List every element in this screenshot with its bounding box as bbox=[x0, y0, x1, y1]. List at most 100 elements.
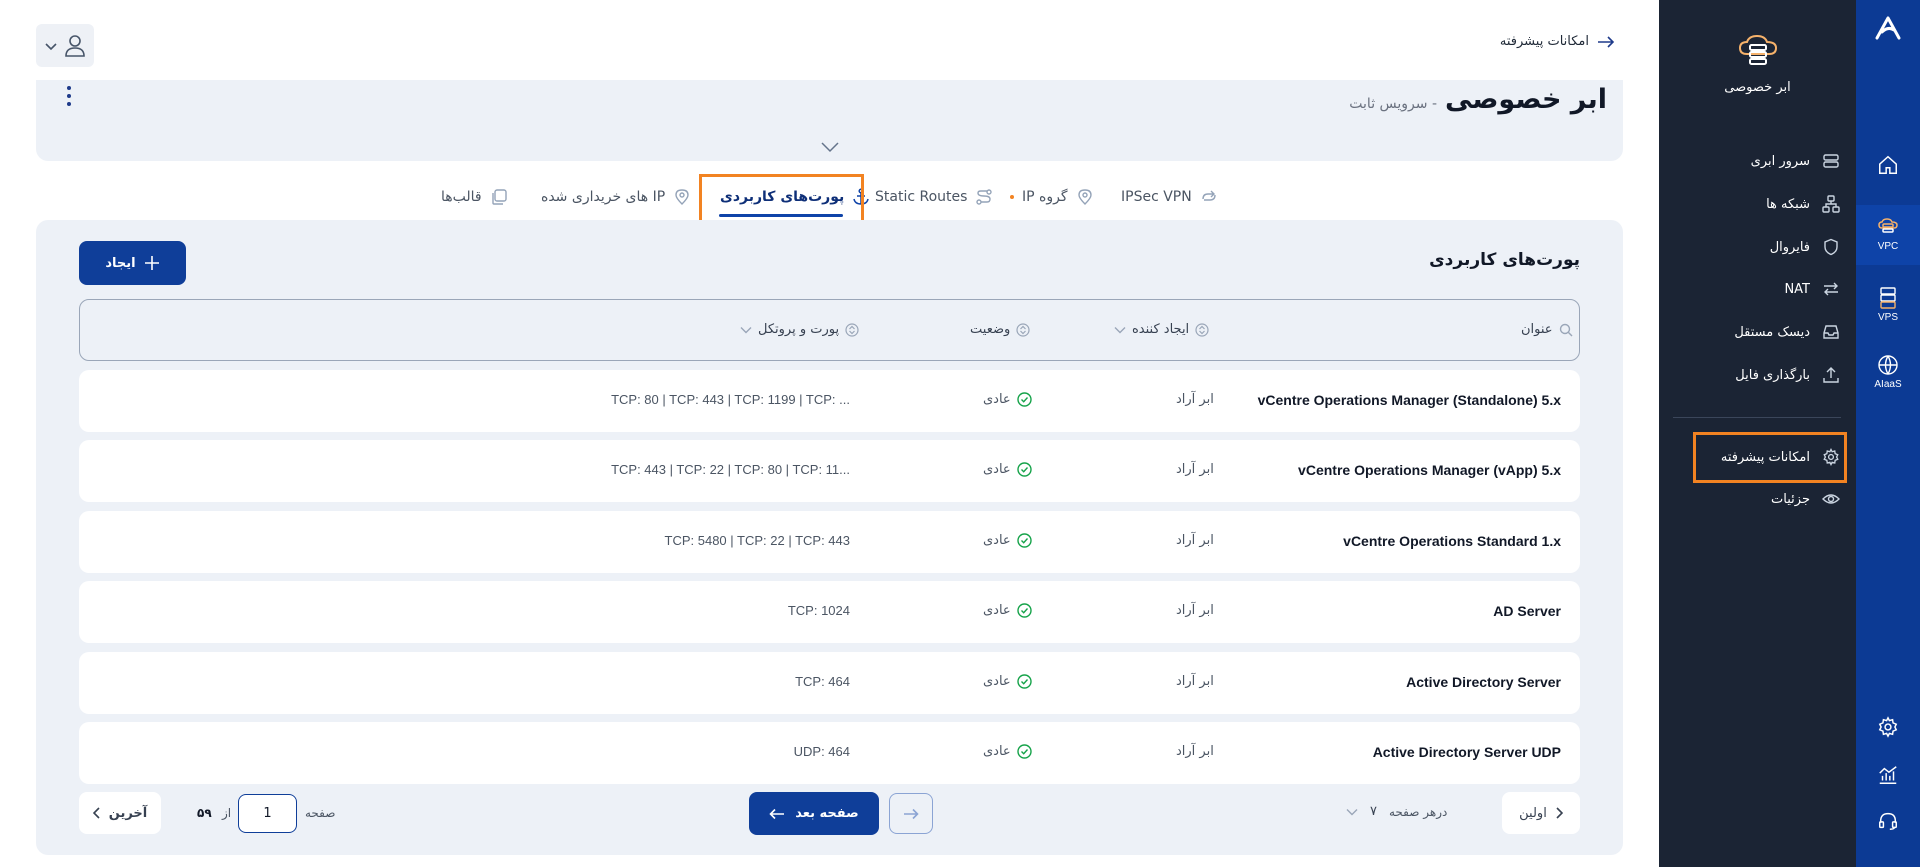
shield-icon bbox=[1822, 238, 1840, 256]
breadcrumb[interactable]: امکانات پیشرفته bbox=[1500, 34, 1615, 49]
rail-item-settings[interactable] bbox=[1856, 712, 1920, 742]
sidebar-item-firewall[interactable]: فایروال bbox=[1770, 233, 1840, 261]
sidebar-item-cloud-server[interactable]: سرور ابری bbox=[1751, 147, 1840, 175]
sidebar-item-networks[interactable]: شبکه ها bbox=[1766, 190, 1840, 218]
column-header-creator[interactable]: ایجاد کننده bbox=[1114, 322, 1209, 337]
server-icon bbox=[1879, 287, 1897, 309]
row-status: عادی bbox=[983, 533, 1032, 548]
chevron-down-icon[interactable] bbox=[820, 141, 840, 153]
chevron-down-icon[interactable] bbox=[1114, 326, 1126, 334]
sort-icon[interactable] bbox=[845, 322, 859, 337]
sidebar-item-label: بارگذاری فایل bbox=[1735, 367, 1810, 383]
eye-icon bbox=[1822, 490, 1840, 508]
location-pin-icon bbox=[673, 188, 691, 206]
table-row[interactable]: vCentre Operations Manager (Standalone) … bbox=[79, 370, 1580, 432]
cloud-server-icon bbox=[1737, 34, 1781, 66]
breadcrumb-label: امکانات پیشرفته bbox=[1499, 34, 1589, 49]
chevron-down-icon[interactable] bbox=[740, 326, 752, 334]
page-size-select[interactable]: درهر صفحه ۷ bbox=[1346, 804, 1447, 819]
tab-ip-group[interactable]: گروه IP bbox=[1010, 185, 1094, 209]
arrow-right-icon bbox=[1597, 35, 1615, 49]
rail-item-vpc[interactable]: VPC bbox=[1856, 205, 1920, 265]
check-circle-icon bbox=[1016, 392, 1032, 407]
table-row[interactable]: Active Directory Server ابر آراد عادی TC… bbox=[79, 652, 1580, 714]
check-circle-icon bbox=[1016, 744, 1032, 759]
row-ports: TCP: 1024 bbox=[787, 603, 850, 618]
sort-icon[interactable] bbox=[1195, 322, 1209, 337]
per-page-label: درهر صفحه bbox=[1388, 804, 1448, 819]
table-row[interactable]: vCentre Operations Standard 1.x ابر آراد… bbox=[79, 511, 1580, 573]
sidebar-item-disk[interactable]: دیسک مستقل bbox=[1734, 318, 1840, 346]
chevron-left-icon bbox=[92, 807, 101, 819]
headset-icon bbox=[1877, 810, 1899, 832]
row-ports: TCP: 443 | TCP: 22 | TCP: 80 | TCP: 11..… bbox=[611, 462, 850, 477]
tab-label: گروه IP bbox=[1022, 189, 1068, 205]
rail-item-label: VPS bbox=[1877, 312, 1898, 323]
table-row[interactable]: vCentre Operations Manager (vApp) 5.x اب… bbox=[79, 440, 1580, 502]
row-creator: ابر آراد bbox=[1176, 392, 1214, 407]
column-header-label: ایجاد کننده bbox=[1132, 322, 1190, 337]
table-row[interactable]: AD Server ابر آراد عادی TCP: 1024 bbox=[79, 581, 1580, 643]
app-logo-icon[interactable] bbox=[1875, 16, 1901, 40]
route-icon bbox=[975, 188, 993, 206]
row-ports: TCP: 464 bbox=[795, 674, 850, 689]
per-page-value: ۷ bbox=[1370, 804, 1377, 819]
chevron-down-icon bbox=[44, 41, 58, 51]
home-icon bbox=[1877, 154, 1899, 176]
sidebar-brand: ابر خصوصی bbox=[1724, 80, 1791, 95]
sort-icon[interactable] bbox=[1016, 322, 1030, 337]
rail-item-aiaas[interactable]: AIaaS bbox=[1856, 342, 1920, 402]
column-header-status[interactable]: وضعیت bbox=[970, 322, 1030, 337]
tab-purchased-ips[interactable]: IP های خریداری شده bbox=[541, 185, 691, 209]
next-page-button[interactable]: صفحه بعد bbox=[749, 792, 879, 835]
table-row[interactable]: Active Directory Server UDP ابر آراد عاد… bbox=[79, 722, 1580, 784]
user-menu-button[interactable] bbox=[36, 24, 94, 67]
create-button-label: ایجاد bbox=[105, 255, 136, 271]
row-creator: ابر آراد bbox=[1176, 744, 1214, 759]
row-title: Active Directory Server bbox=[1406, 674, 1561, 690]
rail-item-home[interactable] bbox=[1856, 140, 1920, 190]
create-button[interactable]: ایجاد bbox=[79, 241, 186, 285]
tab-ipsec-vpn[interactable]: IPSec VPN bbox=[1121, 185, 1218, 209]
link-arrows-icon bbox=[1200, 188, 1218, 206]
rail-item-label: AIaaS bbox=[1874, 379, 1902, 390]
page-subtitle: - سرویس ثابت bbox=[1349, 96, 1437, 112]
row-status-label: عادی bbox=[983, 533, 1011, 548]
sidebar-item-label: شبکه ها bbox=[1766, 196, 1810, 212]
sidebar-item-label: دیسک مستقل bbox=[1734, 324, 1810, 340]
tab-label: IPSec VPN bbox=[1121, 189, 1192, 205]
tab-label: قالب‌ها bbox=[441, 189, 482, 205]
row-title: AD Server bbox=[1493, 603, 1561, 619]
rail-item-support[interactable] bbox=[1856, 806, 1920, 836]
sidebar-item-upload[interactable]: بارگذاری فایل bbox=[1735, 361, 1840, 389]
page-number-input[interactable] bbox=[238, 794, 297, 833]
copy-icon bbox=[490, 188, 508, 206]
previous-page-button[interactable] bbox=[889, 793, 933, 834]
sidebar-item-nat[interactable]: NAT bbox=[1784, 275, 1840, 303]
column-header-ports[interactable]: پورت و پروتکل bbox=[740, 322, 859, 337]
sidebar-item-details[interactable]: جزئیات bbox=[1771, 485, 1840, 513]
check-circle-icon bbox=[1016, 603, 1032, 618]
more-options-icon[interactable] bbox=[66, 86, 72, 106]
rail-item-vps[interactable]: VPS bbox=[1856, 275, 1920, 335]
column-header-label: پورت و پروتکل bbox=[758, 322, 840, 337]
tab-templates[interactable]: قالب‌ها bbox=[441, 185, 508, 209]
chart-icon bbox=[1877, 764, 1899, 786]
cloud-server-icon bbox=[1876, 218, 1900, 238]
row-title: vCentre Operations Manager (vApp) 5.x bbox=[1298, 462, 1561, 478]
arrow-left-icon bbox=[769, 808, 785, 820]
row-status-label: عادی bbox=[983, 462, 1011, 477]
sidebar-divider bbox=[1673, 417, 1841, 418]
highlight-frame bbox=[1693, 432, 1847, 483]
page-title: ابر خصوصی - سرویس ثابت bbox=[1349, 84, 1607, 115]
search-icon[interactable] bbox=[1559, 323, 1573, 337]
tab-static-routes[interactable]: Static Routes bbox=[875, 185, 993, 209]
row-status-label: عادی bbox=[983, 392, 1011, 407]
row-ports: TCP: 80 | TCP: 443 | TCP: 1199 | TCP: ..… bbox=[611, 392, 850, 407]
last-page-button[interactable]: آخرین bbox=[79, 792, 161, 834]
column-header-title[interactable]: عنوان bbox=[1521, 322, 1573, 337]
rail-item-reports[interactable] bbox=[1856, 760, 1920, 790]
row-status: عادی bbox=[983, 674, 1032, 689]
chevron-right-icon bbox=[1555, 807, 1563, 819]
first-page-button[interactable]: اولین bbox=[1502, 792, 1580, 834]
